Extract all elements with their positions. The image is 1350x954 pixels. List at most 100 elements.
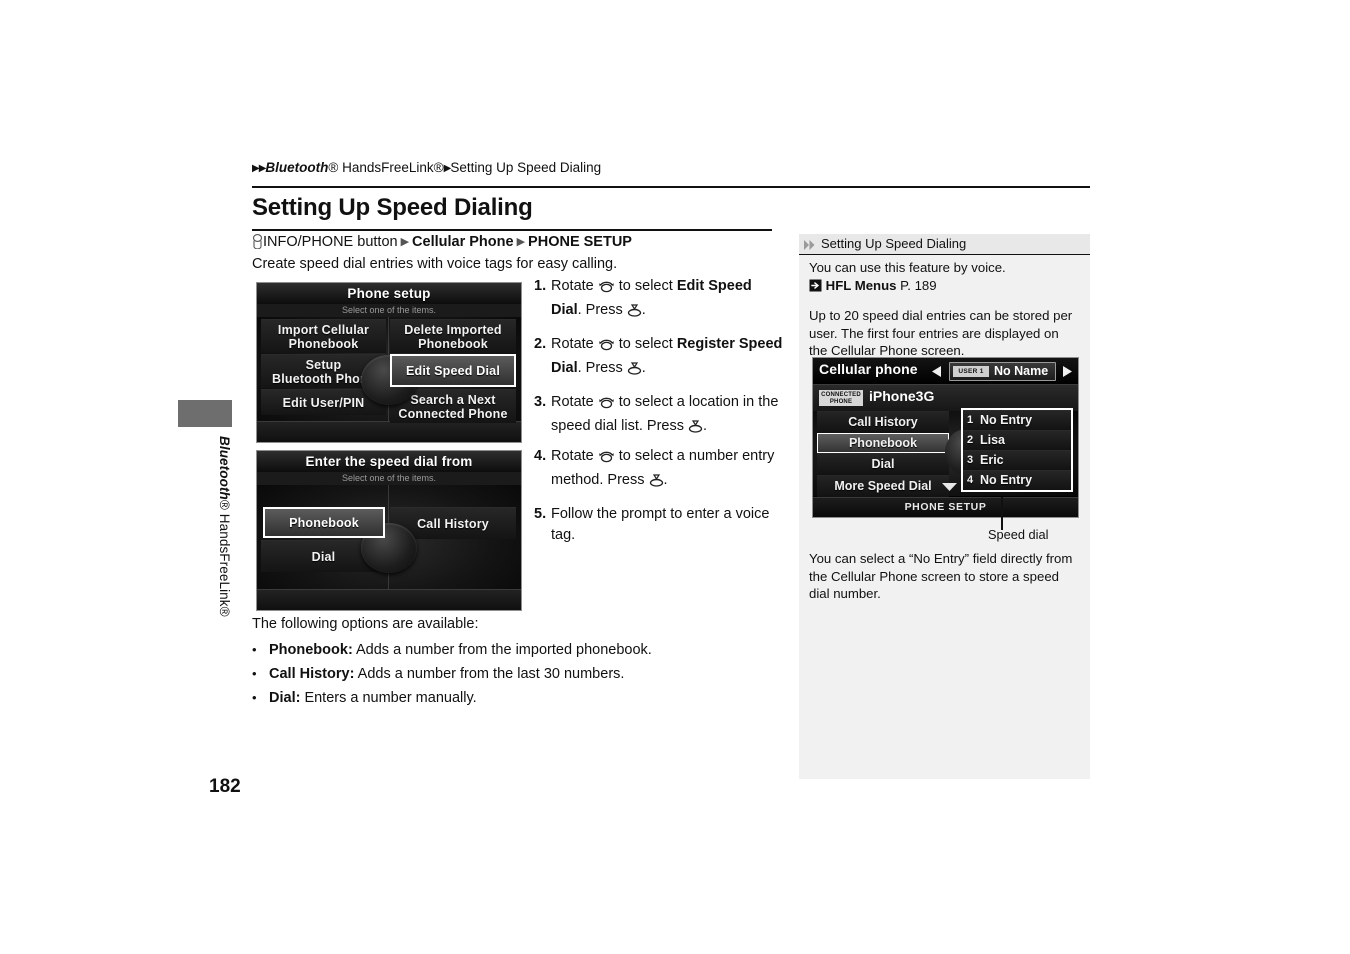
screen1-item-label: Setup Bluetooth Phone <box>272 357 375 386</box>
options-intro: The following options are available: <box>252 616 479 632</box>
bullet-icon: • <box>252 666 257 681</box>
option-desc: Enters a number manually. <box>300 690 477 706</box>
screen1-item-import-cellular-phonebook[interactable]: Import Cellular Phonebook <box>261 319 386 353</box>
jump-arrow-icon <box>809 279 822 297</box>
screen1-item-label: Edit Speed Dial <box>406 363 500 378</box>
screen2-footer-bar <box>257 589 521 610</box>
rotate-knob-icon <box>598 449 615 470</box>
screen3-speed-dial-entry[interactable]: 2 Lisa <box>963 430 1071 450</box>
navpath-button-label: INFO/PHONE button <box>263 234 398 250</box>
step-item: 3. Rotate to select a location in the sp… <box>534 392 784 439</box>
speed-dial-number-icon: 2 <box>967 434 974 446</box>
step-number: 3. <box>534 394 547 410</box>
step-end: . <box>663 471 668 488</box>
screen3-title-bar: Cellular phone USER 1 No Name <box>813 358 1078 384</box>
screen2-body: Phonebook Call History Dial <box>257 485 521 610</box>
screen3-menu-phonebook[interactable]: Phonebook <box>817 433 949 453</box>
speed-dial-label: No Entry <box>980 473 1033 487</box>
screen3-user-badge: USER 1 <box>953 366 989 377</box>
steps-list-2: 4. Rotate to select a number entry metho… <box>534 446 784 556</box>
section-vertical-label: Bluetooth® HandsFreeLink® <box>210 436 232 766</box>
bullet-icon: • <box>252 642 257 657</box>
option-term: Phonebook: <box>269 642 353 658</box>
breadcrumb-current: Setting Up Speed Dialing <box>450 160 602 175</box>
step-pre: Rotate <box>551 336 598 352</box>
screen3-speed-dial-entry[interactable]: 3 Eric <box>963 450 1071 470</box>
screen3-prev-user-arrow-icon[interactable] <box>931 365 944 383</box>
screen3-speed-dial-entry[interactable]: 1 No Entry <box>963 410 1071 430</box>
step-post: . Press <box>577 301 627 318</box>
screen1-footer-bar <box>257 421 521 442</box>
screen1-item-label: Search a Next Connected Phone <box>398 392 508 421</box>
screen3-speed-dial-entry[interactable]: 4 No Entry <box>963 470 1071 490</box>
screen2-item-label: Phonebook <box>289 515 359 530</box>
screen1-item-label: Delete Imported Phonebook <box>404 322 502 351</box>
screen3-user-selector[interactable]: USER 1 No Name <box>949 362 1056 381</box>
screen2-item-label: Dial <box>311 549 336 564</box>
steps-list-1: 1. Rotate to select Edit Speed Dial. Pre… <box>534 276 784 450</box>
section-tab-marker <box>178 400 232 427</box>
step-mid: to select <box>614 336 677 352</box>
section-vertical-label-italic: Bluetooth <box>217 436 232 500</box>
screen3-menu-label: Dial <box>871 457 895 471</box>
option-item: • Phonebook: Adds a number from the impo… <box>252 639 792 662</box>
screen2-subtitle: Select one of the items. <box>257 472 521 485</box>
title-divider <box>252 229 772 231</box>
press-knob-icon <box>649 473 664 494</box>
screen3-menu-label: Phonebook <box>848 436 918 450</box>
screen3-next-user-arrow-icon[interactable] <box>1060 365 1073 383</box>
speed-dial-caption: Speed dial <box>988 527 1049 542</box>
step-pre: Rotate <box>551 394 598 410</box>
screen1-title: Phone setup <box>257 283 521 304</box>
step-text: Follow the prompt to enter a voice tag. <box>551 506 770 543</box>
rotate-knob-icon <box>598 279 615 300</box>
screen1-item-delete-imported-phonebook[interactable]: Delete Imported Phonebook <box>390 319 516 353</box>
sidebar-note-paragraph-2: Up to 20 speed dial entries can be store… <box>809 308 1073 358</box>
option-text: Phonebook: Adds a number from the import… <box>269 639 652 662</box>
screen3-scroll-down-icon[interactable] <box>941 479 958 497</box>
sidebar-note-title: Setting Up Speed Dialing <box>821 236 967 251</box>
screen1-item-edit-speed-dial[interactable]: Edit Speed Dial <box>390 354 516 387</box>
sidebar-note-reference: HFL Menus P. 189 <box>809 277 1077 297</box>
sidebar-note-reference-page: P. 189 <box>900 278 937 293</box>
screenshot-phone-setup: Phone setup Select one of the items. Imp… <box>256 282 522 443</box>
step-text: Rotate to select Register Speed Dial. Pr… <box>551 334 784 381</box>
sidebar-note-paragraph-1: You can use this feature by voice. <box>809 260 1006 275</box>
step-end: . <box>703 417 708 434</box>
screen1-subtitle: Select one of the items. <box>257 304 521 317</box>
screen3-connected-phone-badge: CONNECTED PHONE <box>819 390 863 406</box>
screen2-item-phonebook[interactable]: Phonebook <box>263 507 385 538</box>
screen3-body: Call History Phonebook Dial More Speed D… <box>813 408 1078 497</box>
screen3-left-menu: Call History Phonebook Dial More Speed D… <box>817 411 949 497</box>
bullet-icon: • <box>252 690 257 705</box>
option-desc: Adds a number from the last 30 numbers. <box>354 666 625 682</box>
screen3-connected-phone-name: iPhone3G <box>869 388 935 404</box>
manual-page: Bluetooth® HandsFreeLink® 182 ▶▶Bluetoot… <box>0 0 1350 954</box>
rotary-knob-icon <box>252 234 263 255</box>
speed-dial-leader-line <box>1001 497 1003 530</box>
step-number: 4. <box>534 448 547 464</box>
step-pre: Rotate <box>551 448 598 464</box>
breadcrumb-arrow-1-icon: ▶ <box>252 163 260 174</box>
option-item: • Dial: Enters a number manually. <box>252 687 792 710</box>
breadcrumb-item-italic: Bluetooth <box>265 160 329 175</box>
speed-dial-label: Eric <box>980 453 1004 467</box>
options-list: • Phonebook: Adds a number from the impo… <box>252 639 792 711</box>
screen3-menu-label: More Speed Dial <box>834 479 932 493</box>
breadcrumb-item-rest: ® HandsFreeLink® <box>328 160 444 175</box>
sidebar-note-header: Setting Up Speed Dialing <box>799 234 1090 255</box>
sidebar-note-reference-title[interactable]: HFL Menus <box>826 278 897 293</box>
double-chevron-icon <box>803 238 817 256</box>
screen3-menu-dial[interactable]: Dial <box>817 453 949 475</box>
screen3-menu-more-speed-dial[interactable]: More Speed Dial <box>817 475 949 497</box>
step-text: Rotate to select a location in the speed… <box>551 392 784 439</box>
speed-dial-number-icon: 1 <box>967 414 974 426</box>
screenshot-cellular-phone: Cellular phone USER 1 No Name CONNECTED … <box>812 357 1079 518</box>
screen3-footer-label[interactable]: PHONE SETUP <box>813 497 1078 517</box>
step-text: Rotate to select a number entry method. … <box>551 446 784 493</box>
sidebar-note-paragraph-3: You can select a “No Entry” field direct… <box>809 551 1073 601</box>
step-mid: to select <box>614 278 677 294</box>
screen3-menu-call-history[interactable]: Call History <box>817 411 949 433</box>
step-item: 2. Rotate to select Register Speed Dial.… <box>534 334 784 381</box>
option-text: Dial: Enters a number manually. <box>269 687 477 710</box>
